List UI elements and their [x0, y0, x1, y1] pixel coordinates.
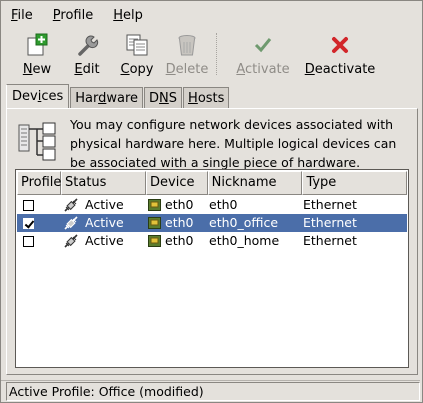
edit-button-label: Edit [74, 62, 100, 77]
devices-list[interactable]: Profile Status Device Nickname Type Acti… [15, 169, 409, 368]
device-text: eth0 [165, 197, 194, 212]
ethernet-card-icon [148, 217, 161, 229]
deactivate-button-label: Deactivate [304, 62, 376, 77]
profile-cell [17, 214, 59, 232]
info-text: You may configure network devices associ… [70, 117, 397, 170]
column-header-profile[interactable]: Profile [17, 171, 61, 195]
ethernet-card-icon [148, 199, 161, 211]
wrench-icon [74, 33, 100, 57]
active-profile-status: Active Profile: Office (modified) [6, 382, 420, 401]
ethernet-card-icon [148, 235, 161, 247]
tab-hardware-label: Hardware [75, 91, 139, 106]
toolbar: New Edit Copy Delete Activate Deactivate [1, 30, 420, 78]
tab-hosts[interactable]: Hosts [183, 87, 230, 109]
nickname-text: eth0_home [209, 233, 280, 248]
copy-icon [124, 33, 150, 57]
profile-checkbox[interactable] [23, 217, 34, 229]
menu-file-label: File [11, 8, 33, 23]
device-text: eth0 [165, 215, 194, 230]
profile-cell [17, 196, 59, 214]
network-devices-icon [17, 117, 57, 161]
type-text: Ethernet [303, 233, 357, 248]
profile-checkbox[interactable] [23, 199, 34, 211]
status-text: Active [85, 215, 124, 230]
type-text: Ethernet [303, 197, 357, 212]
tab-dns-label: DNS [149, 91, 178, 106]
deactivate-button[interactable]: Deactivate [304, 30, 376, 77]
type-text: Ethernet [303, 215, 357, 230]
table-row[interactable]: Active eth0 eth0_home Ethernet [17, 232, 407, 250]
status-cell: Active [59, 214, 144, 232]
connected-plug-icon [64, 233, 78, 248]
statusbar: Active Profile: Office (modified) [1, 380, 420, 401]
status-text: Active [85, 197, 124, 212]
nickname-text: eth0 [209, 197, 238, 212]
tab-devices-label: Devices [12, 89, 64, 104]
status-cell: Active [59, 196, 144, 214]
menu-help-label: Help [113, 8, 143, 23]
status-cell: Active [59, 232, 144, 250]
copy-button[interactable]: Copy [115, 30, 159, 77]
tab-hosts-label: Hosts [188, 91, 225, 106]
column-header-nickname[interactable]: Nickname [207, 171, 303, 195]
device-cell: eth0 [144, 214, 205, 232]
copy-button-label: Copy [120, 62, 154, 77]
new-button-label: New [22, 62, 52, 77]
device-text: eth0 [165, 233, 194, 248]
tab-bar: Devices Hardware DNS Hosts [6, 84, 230, 109]
menu-help[interactable]: Help [103, 4, 153, 28]
column-header-type[interactable]: Type [302, 171, 407, 195]
red-x-icon [327, 33, 353, 57]
list-header: Profile Status Device Nickname Type [17, 171, 407, 195]
activate-button[interactable]: Activate [228, 30, 298, 77]
column-header-status[interactable]: Status [61, 171, 147, 195]
connected-plug-icon [64, 197, 78, 212]
device-cell: eth0 [144, 232, 205, 250]
tab-devices[interactable]: Devices [6, 84, 70, 109]
profile-checkbox[interactable] [23, 235, 34, 247]
new-icon [24, 33, 50, 57]
delete-button-label: Delete [165, 62, 209, 77]
delete-button[interactable]: Delete [165, 30, 209, 77]
menubar: File Profile Help [1, 4, 153, 28]
edit-button[interactable]: Edit [65, 30, 109, 77]
profile-cell [17, 232, 59, 250]
menu-file[interactable]: File [1, 4, 43, 28]
status-text: Active [85, 233, 124, 248]
menu-profile-label: Profile [52, 8, 94, 23]
trash-icon [174, 33, 200, 57]
table-row[interactable]: Active eth0 eth0_office Ethernet [17, 214, 407, 232]
activate-button-label: Activate [236, 62, 290, 77]
table-row[interactable]: Active eth0 eth0 Ethernet [17, 196, 407, 214]
checkmark-icon [250, 33, 276, 57]
toolbar-separator [216, 33, 217, 75]
menu-profile[interactable]: Profile [43, 4, 103, 28]
device-cell: eth0 [144, 196, 205, 214]
column-header-device[interactable]: Device [146, 171, 208, 195]
tab-hardware[interactable]: Hardware [70, 87, 144, 109]
nickname-text: eth0_office [209, 215, 279, 230]
connected-plug-icon [64, 215, 78, 230]
new-button[interactable]: New [15, 30, 59, 77]
tab-dns[interactable]: DNS [144, 87, 183, 109]
